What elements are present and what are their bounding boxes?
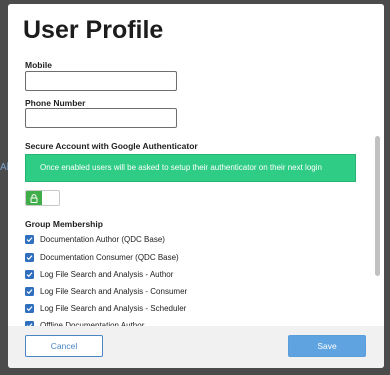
authenticator-info-alert: Once enabled users will be asked to setu… [25,154,356,182]
group-item-log-search-author[interactable]: Log File Search and Analysis - Author [25,268,173,280]
phone-number-label: Phone Number [25,98,86,108]
group-item-label: Log File Search and Analysis - Scheduler [40,303,187,313]
group-item-documentation-consumer[interactable]: Documentation Consumer (QDC Base) [25,251,179,263]
modal-scrollbar[interactable] [375,48,381,334]
modal-body[interactable]: Mobile Phone Number Secure Account with … [8,48,384,334]
checkbox-checked-icon[interactable] [25,303,34,313]
lock-icon [30,193,38,203]
group-item-log-search-consumer[interactable]: Log File Search and Analysis - Consumer [25,285,187,297]
group-item-label: Documentation Consumer (QDC Base) [40,252,179,262]
authenticator-toggle[interactable] [25,190,60,206]
group-item-label: Log File Search and Analysis - Author [40,269,174,279]
authenticator-section-title: Secure Account with Google Authenticator [25,141,198,151]
group-item-log-search-scheduler[interactable]: Log File Search and Analysis - Scheduler [25,302,186,314]
group-item-documentation-author[interactable]: Documentation Author (QDC Base) [25,233,165,245]
save-button[interactable]: Save [288,335,366,357]
cancel-button[interactable]: Cancel [25,335,103,357]
group-item-label: Log File Search and Analysis - Consumer [40,286,188,296]
background-link-fragment: Al [0,162,8,173]
modal-footer: Cancel Save [8,326,384,368]
group-item-label: Documentation Author (QDC Base) [40,234,165,244]
checkbox-checked-icon[interactable] [25,234,34,244]
checkbox-checked-icon[interactable] [25,269,34,279]
checkbox-checked-icon[interactable] [25,252,34,262]
mobile-label: Mobile [25,60,52,70]
user-profile-modal: User Profile Mobile Phone Number Secure … [8,4,384,368]
mobile-input[interactable] [25,71,177,91]
scrollbar-thumb[interactable] [375,136,380,276]
modal-title: User Profile [23,16,164,44]
modal-header: User Profile [8,4,384,48]
checkbox-checked-icon[interactable] [25,286,34,296]
phone-number-input[interactable] [25,108,177,128]
toggle-on-indicator [26,191,42,205]
group-membership-title: Group Membership [25,219,103,229]
